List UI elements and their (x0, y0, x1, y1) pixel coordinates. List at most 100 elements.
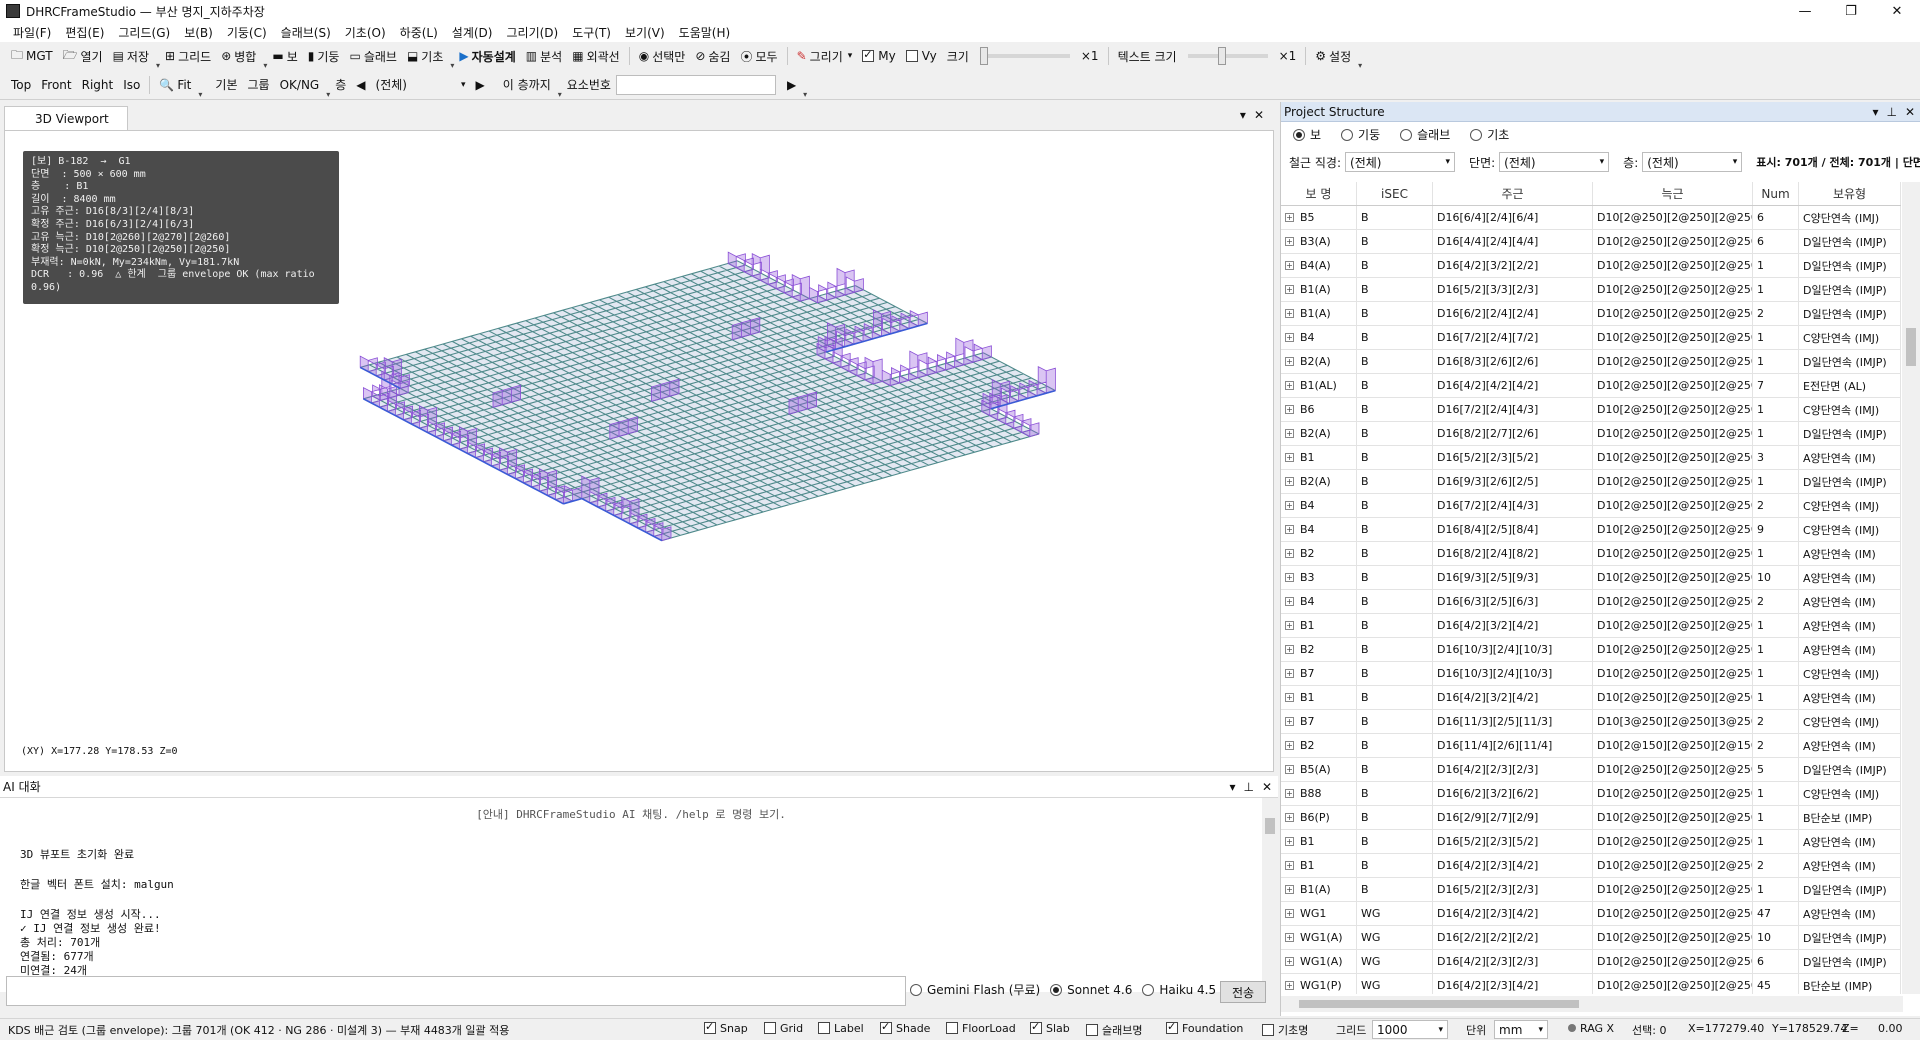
model-option-haiku[interactable]: Haiku 4.5 (1142, 983, 1216, 997)
table-row[interactable]: + B5(A) B D16[4/2][2/3][2/3] D10[2@250][2@25… (1281, 758, 1901, 782)
table-row[interactable]: + B4(A) B D16[4/2][3/2][2/2] D10[2@250][2@25… (1281, 254, 1901, 278)
toggle-shade[interactable]: Shade (880, 1020, 930, 1035)
menu-load[interactable]: 하중(L) (393, 24, 445, 41)
table-row[interactable]: + B2 B D16[10/3][2/4][10/3] D10[2@250][2@250… (1281, 638, 1901, 662)
table-row[interactable]: + B2(A) B D16[8/3][2/6][2/6] D10[2@250][2@25… (1281, 350, 1901, 374)
table-row[interactable]: + B1 B D16[5/2][2/3][5/2] D10[2@250][2@250][… (1281, 446, 1901, 470)
slider-knob[interactable] (1217, 47, 1226, 65)
table-row[interactable]: + WG1(P) WG D16[4/2][2/3][4/2] D10[2@250][2@… (1281, 974, 1901, 994)
grid-size-select[interactable]: 1000 ▾ (1372, 1020, 1448, 1039)
expand-icon[interactable]: + (1285, 237, 1294, 246)
expand-icon[interactable]: + (1285, 333, 1294, 342)
checkbox[interactable] (1166, 1020, 1178, 1034)
toggle-floorload[interactable]: FloorLoad (946, 1022, 1016, 1035)
overflow-icon[interactable]: ▾ (1358, 61, 1362, 70)
maximize-button[interactable]: ❐ (1828, 0, 1874, 22)
toggle-slab-name[interactable]: 슬래브명 (1086, 1022, 1142, 1038)
expand-icon[interactable]: + (1285, 717, 1294, 726)
to-floor-button[interactable]: 이 층까지 (498, 74, 556, 96)
checkbox[interactable] (818, 1022, 830, 1034)
expand-icon[interactable]: + (1285, 789, 1294, 798)
expand-icon[interactable]: + (1285, 213, 1294, 222)
radio-icon[interactable] (1400, 129, 1413, 141)
selected-only-button[interactable]: ◉ 선택만 (634, 45, 691, 67)
expand-icon[interactable]: + (1285, 597, 1294, 606)
column-header[interactable]: Num (1753, 182, 1799, 205)
next-floor-icon[interactable]: ▶ (471, 74, 490, 96)
table-row[interactable]: + B6(P) B D16[2/9][2/7][2/9] D10[2@250][2@25… (1281, 806, 1901, 830)
column-header[interactable]: iSEC (1357, 182, 1433, 205)
menu-view[interactable]: 보기(V) (618, 24, 672, 41)
menu-help[interactable]: 도움말(H) (672, 24, 738, 41)
my-checkbox[interactable] (862, 48, 875, 62)
table-row[interactable]: + B1 B D16[4/2][3/2][4/2] D10[2@250][2@250][… (1281, 686, 1901, 710)
table-row[interactable]: + B1 B D16[5/2][2/3][5/2] D10[2@250][2@250][… (1281, 830, 1901, 854)
fit-button[interactable]: 🔍 Fit (154, 74, 196, 96)
table-row[interactable]: + B7 B D16[11/3][2/5][11/3] D10[3@250][2@250… (1281, 710, 1901, 734)
view-top-button[interactable]: Top (6, 74, 36, 96)
radio-icon[interactable] (1470, 129, 1483, 141)
scroll-thumb[interactable] (1906, 328, 1916, 366)
table-row[interactable]: + WG1 WG D16[4/2][2/3][4/2] D10[2@250][2@250… (1281, 902, 1901, 926)
grid-button[interactable]: ⊞ 그리드 (160, 45, 216, 67)
table-row[interactable]: + B1(A) B D16[5/2][3/3][2/3] D10[2@250][2@25… (1281, 278, 1901, 302)
viewport-canvas[interactable]: [보] B-182 → G1 단면 : 500 × 600 mm 층 : B1 … (4, 130, 1274, 772)
table-row[interactable]: + B1(AL) B D16[4/2][4/2][4/2] D10[2@250][2@2… (1281, 374, 1901, 398)
send-button[interactable]: 전송 (1220, 981, 1266, 1003)
radio-icon[interactable] (1050, 983, 1063, 996)
type-beam-radio[interactable]: 보 (1293, 126, 1321, 143)
prev-floor-icon[interactable]: ◀ (351, 74, 370, 96)
column-header[interactable]: 보유형 (1799, 182, 1901, 205)
chat-input[interactable] (6, 976, 906, 1006)
table-row[interactable]: + B3 B D16[9/3][2/5][9/3] D10[2@250][2@250][… (1281, 566, 1901, 590)
view-front-button[interactable]: Front (36, 74, 76, 96)
expand-icon[interactable]: + (1285, 525, 1294, 534)
foundation-button[interactable]: ⬓ 기초 (402, 45, 448, 67)
menu-column[interactable]: 기둥(C) (220, 24, 274, 41)
outline-button[interactable]: ▦ 외곽선 (567, 45, 624, 67)
expand-icon[interactable]: + (1285, 933, 1294, 942)
table-row[interactable]: + B7 B D16[10/3][2/4][10/3] D10[2@250][2@250… (1281, 662, 1901, 686)
my-toggle[interactable]: My (857, 45, 900, 67)
toggle-foundation[interactable]: Foundation (1166, 1020, 1243, 1035)
table-row[interactable]: + B4 B D16[7/2][2/4][4/3] D10[2@250][2@250][… (1281, 494, 1901, 518)
expand-icon[interactable]: + (1285, 621, 1294, 630)
rebar-dia-select[interactable]: (전체) ▾ (1345, 152, 1456, 172)
expand-icon[interactable]: + (1285, 669, 1294, 678)
toggle-label[interactable]: Label (818, 1022, 864, 1035)
checkbox[interactable] (946, 1022, 958, 1034)
column-header[interactable]: 주근 (1433, 182, 1593, 205)
table-vertical-scrollbar[interactable] (1902, 182, 1920, 994)
table-row[interactable]: + B1 B D16[4/2][3/2][4/2] D10[2@250][2@250][… (1281, 614, 1901, 638)
expand-icon[interactable]: + (1285, 261, 1294, 270)
table-row[interactable]: + B1(A) B D16[5/2][2/3][2/3] D10[2@250][2@25… (1281, 878, 1901, 902)
save-button[interactable]: ▤ 저장 (108, 45, 154, 67)
expand-icon[interactable]: + (1285, 861, 1294, 870)
menu-edit[interactable]: 편집(E) (58, 24, 111, 41)
expand-icon[interactable]: + (1285, 741, 1294, 750)
element-no-input[interactable] (615, 74, 776, 95)
menu-beam[interactable]: 보(B) (177, 24, 220, 41)
overflow-icon[interactable]: ▾ (803, 90, 807, 99)
expand-icon[interactable]: + (1285, 885, 1294, 894)
table-row[interactable]: + B6 B D16[7/2][2/4][4/3] D10[2@250][2@250][… (1281, 398, 1901, 422)
minimize-button[interactable]: — (1782, 0, 1828, 22)
scroll-thumb[interactable] (1265, 818, 1275, 834)
table-row[interactable]: + B1 B D16[4/2][2/3][4/2] D10[2@250][2@250][… (1281, 854, 1901, 878)
table-row[interactable]: + B2 B D16[8/2][2/4][8/2] D10[2@250][2@250][… (1281, 542, 1901, 566)
expand-icon[interactable]: + (1285, 693, 1294, 702)
table-row[interactable]: + B2 B D16[11/4][2/6][11/4] D10[2@150][2@250… (1281, 734, 1901, 758)
checkbox[interactable] (880, 1020, 892, 1034)
unit-select[interactable]: mm ▾ (1494, 1020, 1548, 1039)
settings-button[interactable]: ⚙ 설정 (1310, 45, 1356, 67)
toggle-foundation-name[interactable]: 기초명 (1262, 1022, 1308, 1038)
table-row[interactable]: + B4 B D16[7/2][2/4][7/2] D10[2@250][2@250][… (1281, 326, 1901, 350)
radio-icon[interactable] (1341, 129, 1354, 141)
type-column-radio[interactable]: 기둥 (1341, 126, 1380, 143)
expand-icon[interactable]: + (1285, 357, 1294, 366)
expand-icon[interactable]: + (1285, 981, 1294, 990)
go-element-icon[interactable]: ▶ (782, 74, 801, 96)
table-row[interactable]: + B1(A) B D16[6/2][2/4][2/4] D10[2@250][2@25… (1281, 302, 1901, 326)
expand-icon[interactable]: + (1285, 309, 1294, 318)
checkbox[interactable] (764, 1022, 776, 1034)
